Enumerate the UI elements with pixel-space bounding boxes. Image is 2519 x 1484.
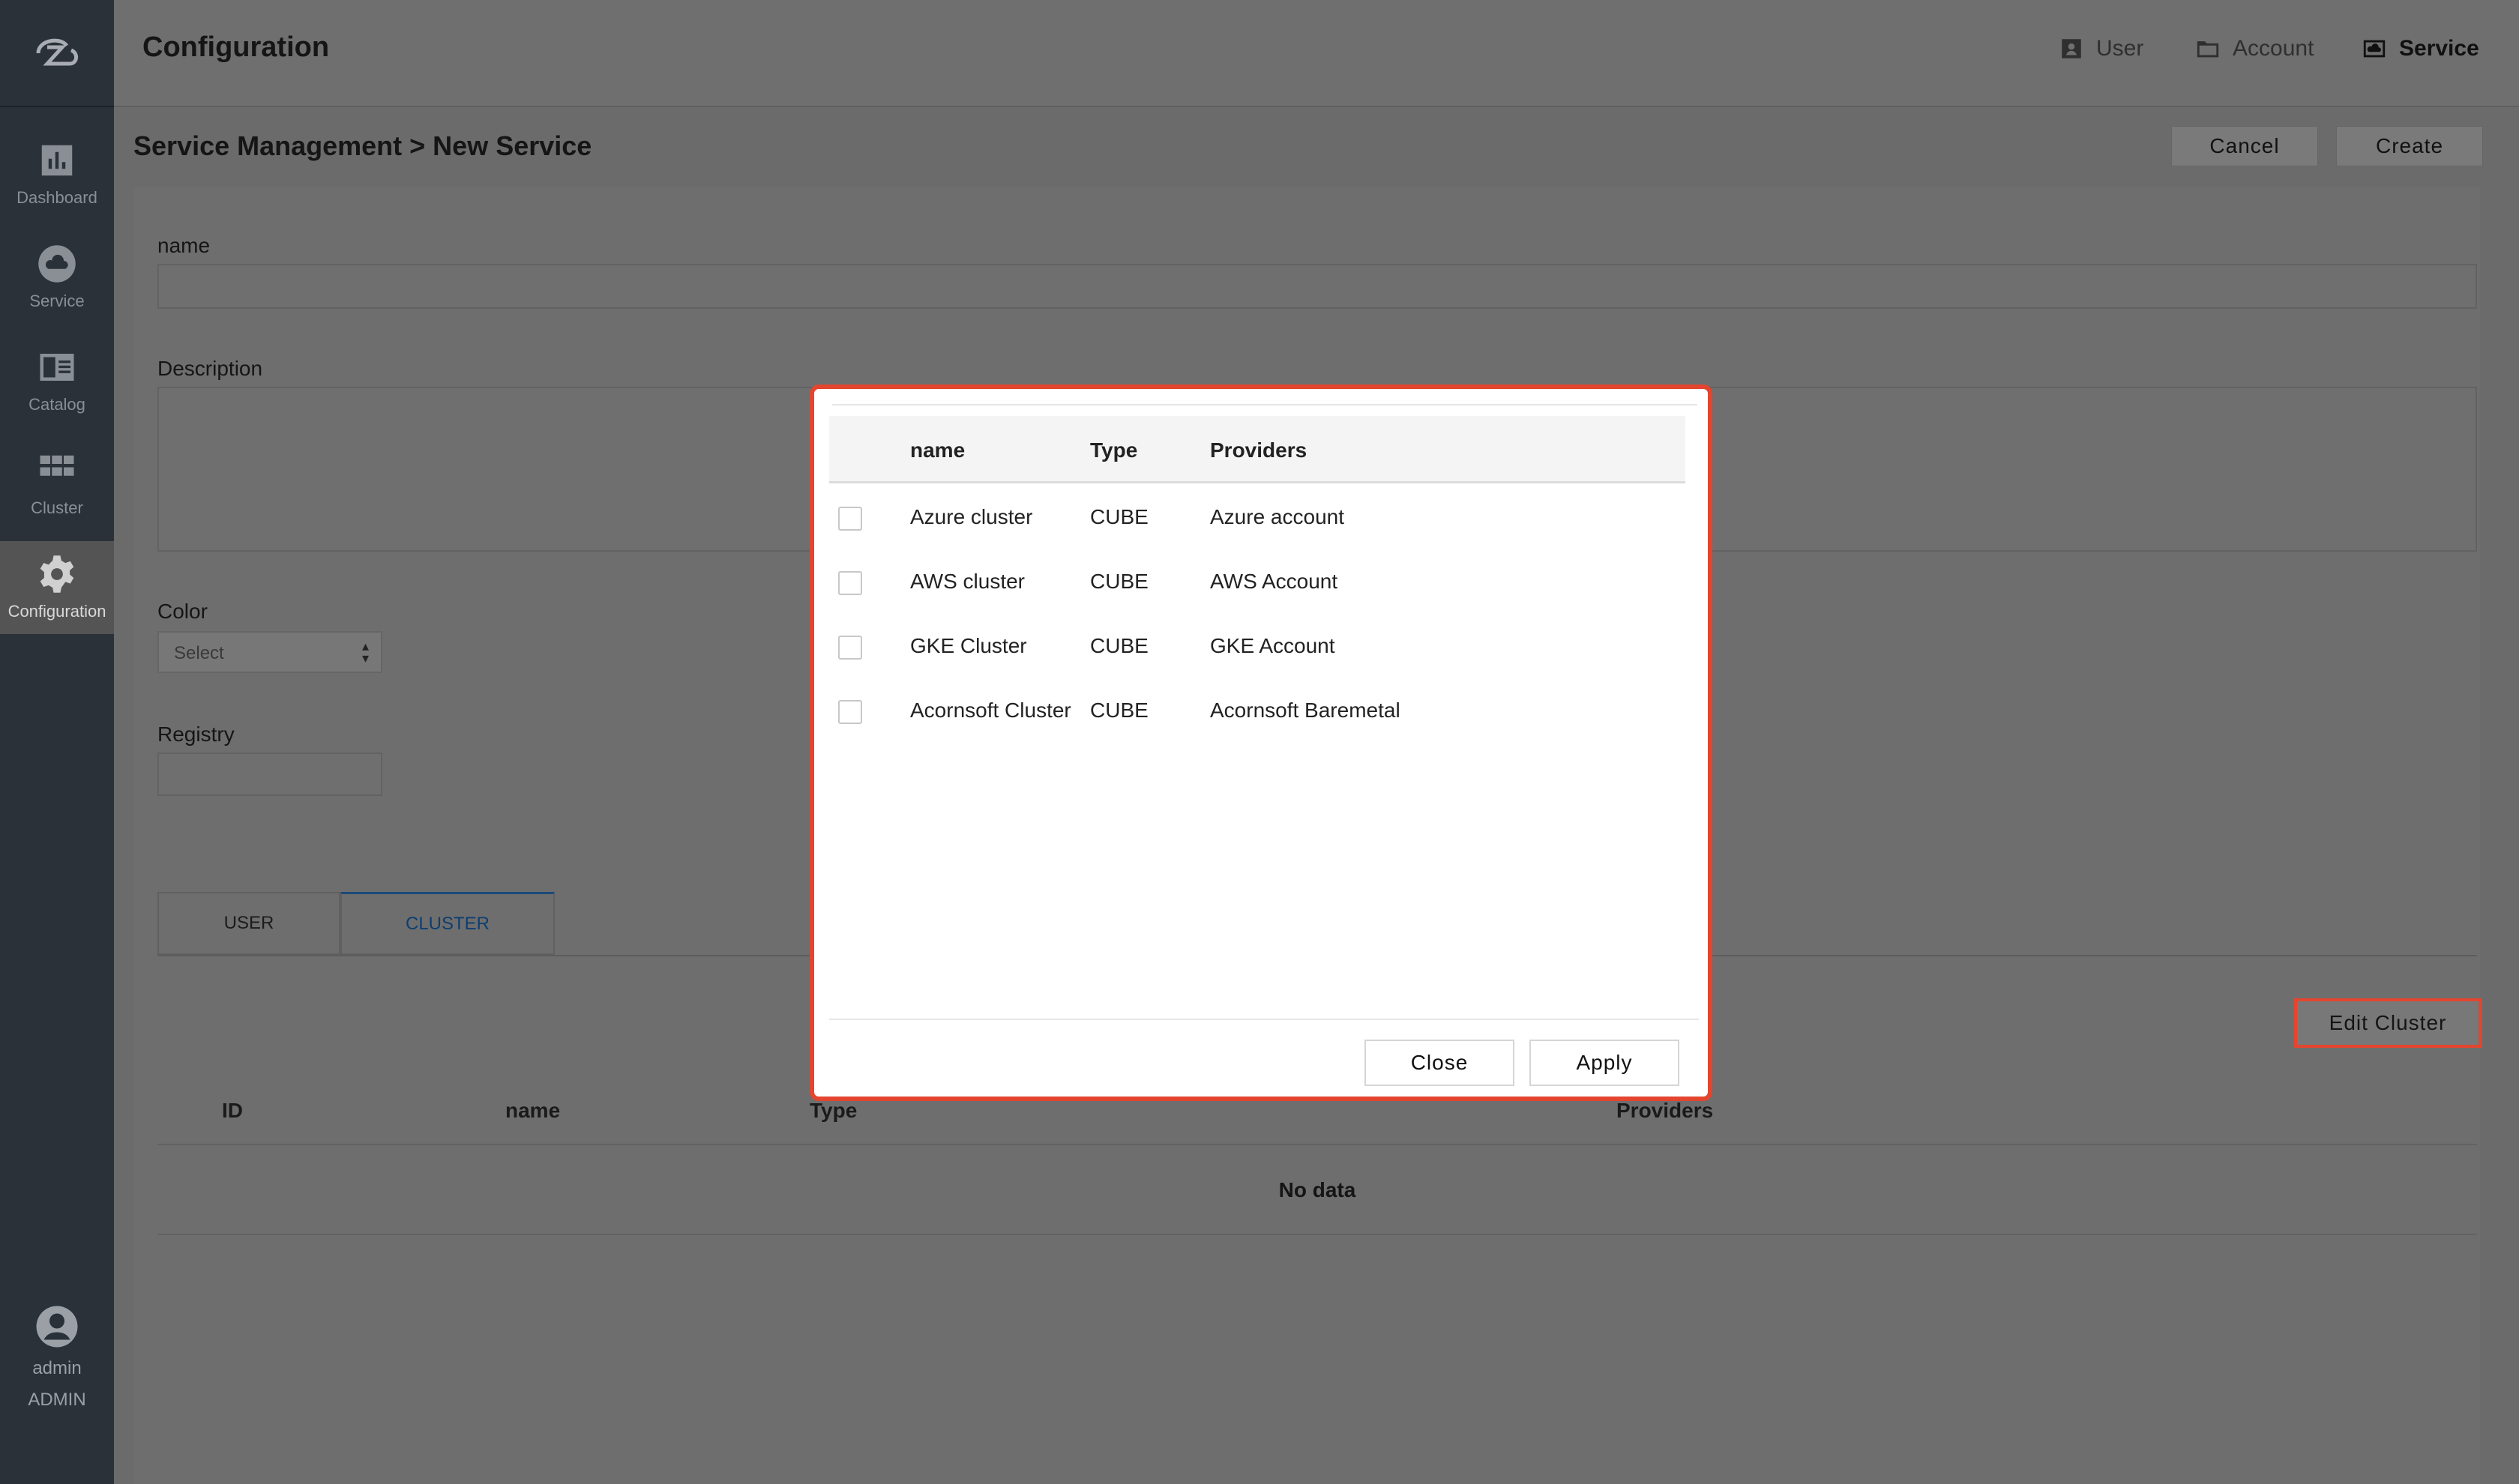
row-checkbox[interactable] <box>838 636 862 660</box>
apply-button[interactable]: Apply <box>1529 1040 1679 1086</box>
user-profile[interactable]: admin ADMIN <box>0 1304 114 1411</box>
create-button[interactable]: Create <box>2336 126 2483 166</box>
sidebar: Dashboard Service Catalog Cluster Config… <box>0 0 114 1484</box>
sidebar-item-service[interactable]: Service <box>0 231 114 324</box>
modal-divider-top <box>832 404 1697 405</box>
color-select-value: Select <box>174 643 224 663</box>
cluster-table-body: No data <box>157 1144 2477 1235</box>
row-name: Azure cluster <box>910 505 1033 528</box>
sidebar-item-label: Cluster <box>31 498 83 517</box>
color-label: Color <box>157 600 208 623</box>
header-nav-label: Account <box>2233 36 2314 61</box>
catalog-icon <box>40 354 74 381</box>
registry-label: Registry <box>157 723 235 746</box>
header-nav-service[interactable]: Service <box>2362 36 2479 61</box>
cloud-icon <box>38 245 76 283</box>
row-name: GKE Cluster <box>910 634 1027 657</box>
sidebar-item-label: Service <box>29 292 85 310</box>
sidebar-item-label: Configuration <box>7 602 106 621</box>
logo-mark <box>36 38 78 65</box>
modal-column-providers[interactable]: Providers <box>1210 438 1307 462</box>
user-role: ADMIN <box>28 1390 86 1410</box>
modal-column-name[interactable]: name <box>910 438 965 462</box>
modal-table-row[interactable]: GKE Cluster CUBE GKE Account <box>829 613 1685 678</box>
row-checkbox[interactable] <box>838 571 862 595</box>
sidebar-item-cluster[interactable]: Cluster <box>0 438 114 531</box>
row-provider: GKE Account <box>1210 634 1335 657</box>
modal-table-row[interactable]: Acornsoft Cluster CUBE Acornsoft Baremet… <box>829 678 1685 742</box>
modal-divider-bottom <box>829 1019 1699 1020</box>
header-title: Configuration <box>142 31 330 63</box>
cancel-button[interactable]: Cancel <box>2171 126 2318 166</box>
bar-chart-icon <box>41 145 73 176</box>
sidebar-item-label: Dashboard <box>16 188 97 207</box>
modal-table-row[interactable]: Azure cluster CUBE Azure account <box>829 484 1685 549</box>
row-name: AWS cluster <box>910 570 1025 593</box>
row-type: CUBE <box>1090 570 1149 593</box>
user-name: admin <box>32 1358 82 1378</box>
modal-column-type[interactable]: Type <box>1090 438 1137 462</box>
grid-icon <box>40 455 74 476</box>
cloud-box-icon <box>2363 40 2386 58</box>
user-avatar-icon <box>36 1306 78 1348</box>
row-provider: Azure account <box>1210 505 1344 528</box>
row-provider: AWS Account <box>1210 570 1338 593</box>
description-label: Description <box>157 357 263 380</box>
modal-table-row[interactable]: AWS cluster CUBE AWS Account <box>829 549 1685 613</box>
header-nav-label: User <box>2096 36 2144 61</box>
header-nav-user[interactable]: User <box>2059 36 2143 61</box>
header-nav-label: Service <box>2399 36 2479 61</box>
edit-cluster-button[interactable]: Edit Cluster <box>2294 998 2482 1048</box>
name-label: name <box>157 234 211 257</box>
tab-cluster[interactable]: CLUSTER <box>340 892 555 955</box>
sidebar-item-dashboard[interactable]: Dashboard <box>0 127 114 220</box>
row-checkbox[interactable] <box>838 507 862 531</box>
logo-icon[interactable] <box>0 0 114 107</box>
row-checkbox[interactable] <box>838 700 862 724</box>
name-input[interactable] <box>157 264 2477 309</box>
column-header-providers[interactable]: Providers <box>1616 1099 1713 1123</box>
row-type: CUBE <box>1090 505 1149 528</box>
row-provider: Acornsoft Baremetal <box>1210 699 1400 722</box>
column-header-type[interactable]: Type <box>810 1099 857 1123</box>
header-nav-account[interactable]: Account <box>2195 36 2314 61</box>
color-select[interactable]: Select ▴ ▾ <box>157 631 382 673</box>
row-name: Acornsoft Cluster <box>910 699 1071 722</box>
sidebar-item-configuration[interactable]: Configuration <box>0 541 114 634</box>
registry-input[interactable] <box>157 752 382 796</box>
tab-user[interactable]: USER <box>157 892 340 955</box>
select-cluster-modal: name Type Providers Azure cluster CUBE A… <box>810 384 1712 1101</box>
row-type: CUBE <box>1090 699 1149 722</box>
modal-table-header: name Type Providers <box>829 416 1685 483</box>
page-title: Service Management > New Service <box>133 130 592 161</box>
close-button[interactable]: Close <box>1364 1040 1514 1086</box>
top-header: Configuration User Account Service <box>114 0 2519 107</box>
column-header-name[interactable]: name <box>505 1099 560 1123</box>
gear-icon <box>40 555 74 593</box>
select-arrows-icon: ▴ ▾ <box>361 639 369 666</box>
user-card-icon <box>2062 39 2081 58</box>
empty-state-text: No data <box>1278 1178 1356 1201</box>
sidebar-item-catalog[interactable]: Catalog <box>0 334 114 427</box>
column-header-id[interactable]: ID <box>222 1099 243 1123</box>
row-type: CUBE <box>1090 634 1149 657</box>
folder-icon <box>2197 41 2219 58</box>
sidebar-item-label: Catalog <box>28 395 85 414</box>
